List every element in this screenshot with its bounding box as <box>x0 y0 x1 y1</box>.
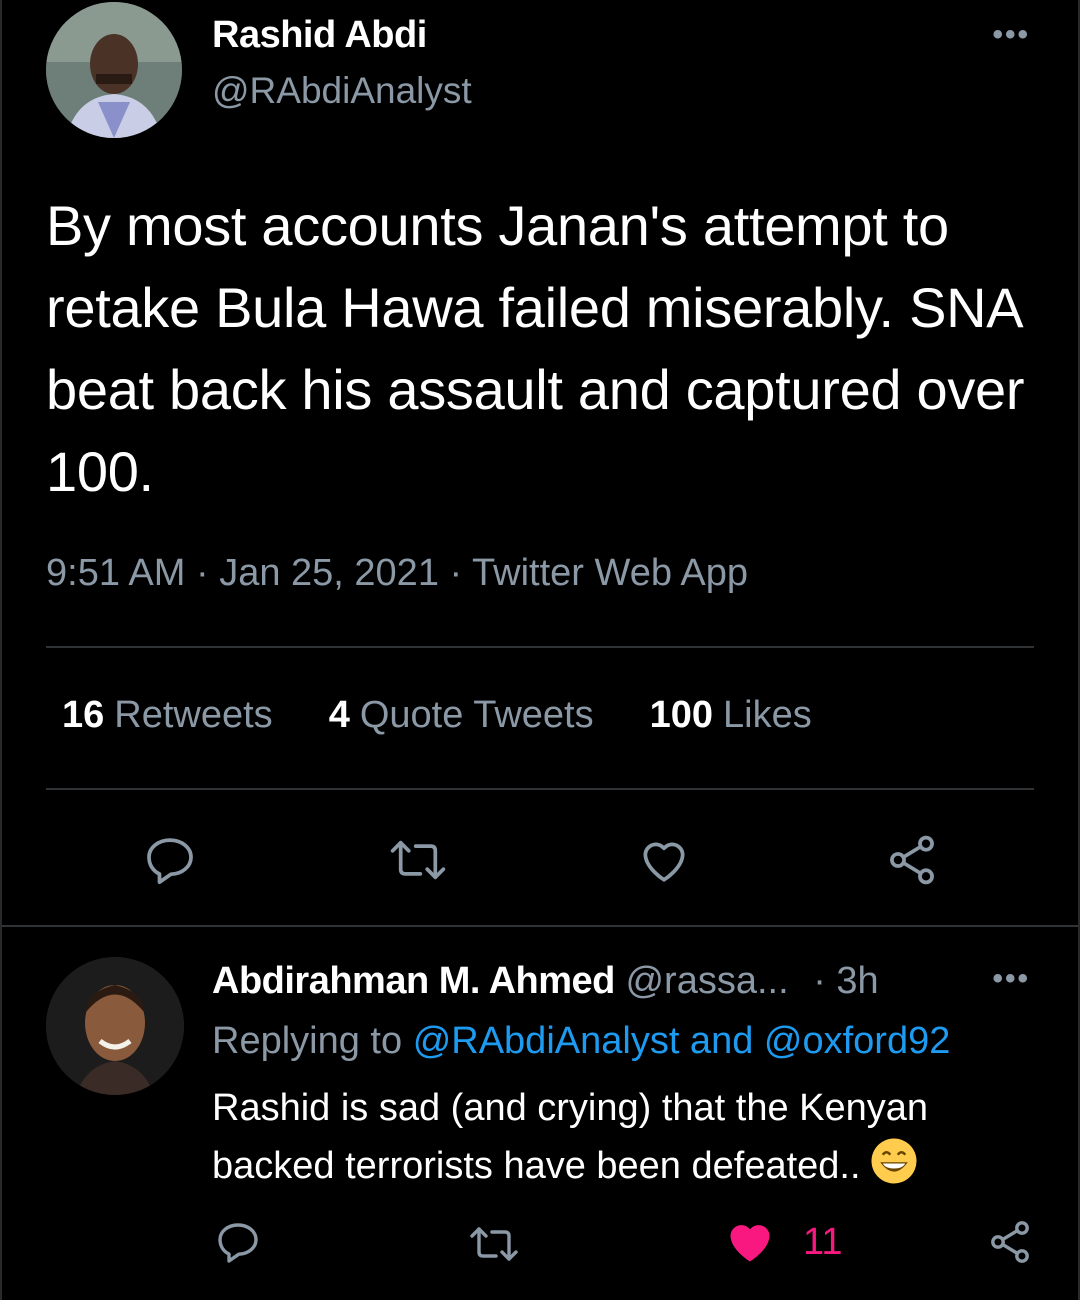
retweet-icon[interactable] <box>468 1222 520 1266</box>
liked-heart-icon[interactable] <box>724 1216 776 1268</box>
meta-separator: · <box>438 552 473 594</box>
likes-stat[interactable]: 100 Likes <box>650 694 812 737</box>
tweet-time: 9:51 AM <box>46 552 186 594</box>
replying-to-users[interactable]: @RAbdiAnalyst and @oxford92 <box>413 1020 951 1062</box>
more-options-icon[interactable]: ••• <box>992 18 1030 52</box>
retweets-stat[interactable]: 16 Retweets <box>62 694 273 737</box>
like-icon[interactable] <box>636 832 692 888</box>
quote-tweets-label: Quote Tweets <box>359 694 594 736</box>
reply-header: Abdirahman M. Ahmed @rassa... · 3h <box>212 960 879 1003</box>
quote-tweets-stat[interactable]: 4 Quote Tweets <box>329 694 594 737</box>
share-icon[interactable] <box>986 1218 1034 1266</box>
tweet-source[interactable]: Twitter Web App <box>472 552 748 594</box>
reply-like-count[interactable]: 11 <box>803 1221 842 1264</box>
meta-separator: · <box>185 552 220 594</box>
tweet-date[interactable]: Jan 25, 2021 <box>219 552 439 594</box>
reply-icon[interactable] <box>142 832 198 888</box>
reply-more-options-icon[interactable]: ••• <box>992 962 1030 996</box>
reply-text-block: Rashid is sad (and crying) that the Keny… <box>212 1080 1032 1202</box>
replying-to: Replying to @RAbdiAnalyst and @oxford92 <box>212 1020 950 1063</box>
reply-text: Rashid is sad (and crying) that the Keny… <box>212 1087 929 1187</box>
author-handle[interactable]: @RAbdiAnalyst <box>212 70 472 112</box>
likes-count: 100 <box>649 694 714 736</box>
retweets-label: Retweets <box>114 694 273 736</box>
grinning-face-icon <box>869 1136 919 1202</box>
reply-author-handle[interactable]: @rassa... <box>625 960 788 1002</box>
reply-author-avatar[interactable] <box>46 957 184 1095</box>
share-icon[interactable] <box>884 832 940 888</box>
retweet-icon[interactable] <box>388 834 448 886</box>
reply-icon[interactable] <box>214 1218 262 1266</box>
replying-prefix: Replying to <box>212 1020 403 1062</box>
reply-author-name[interactable]: Abdirahman M. Ahmed <box>212 960 615 1002</box>
header-dot: · <box>813 960 826 1002</box>
divider <box>46 646 1034 648</box>
quote-tweets-count: 4 <box>328 694 350 736</box>
divider <box>46 788 1034 790</box>
author-name[interactable]: Rashid Abdi <box>212 14 427 57</box>
tweet-separator <box>2 925 1078 927</box>
retweets-count: 16 <box>62 694 105 736</box>
reply-time[interactable]: 3h <box>836 960 878 1002</box>
tweet-stats: 16 Retweets 4 Quote Tweets 100 Likes <box>62 694 868 737</box>
likes-label: Likes <box>723 694 812 736</box>
tweet-text: By most accounts Janan's attempt to reta… <box>46 194 1025 503</box>
author-avatar[interactable] <box>46 2 182 138</box>
tweet-meta: 9:51 AM · Jan 25, 2021 · Twitter Web App <box>46 552 748 595</box>
